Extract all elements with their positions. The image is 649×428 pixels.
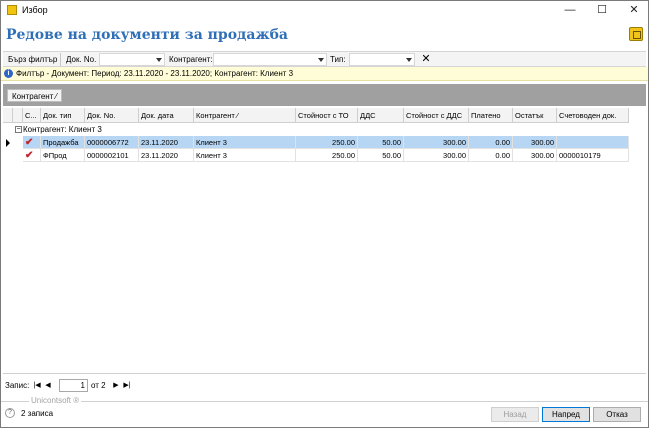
close-button[interactable]: ✕ xyxy=(620,1,648,21)
record-count: 2 записа xyxy=(21,409,54,418)
documents-grid: С... Док. тип Док. No. Док. дата Контраг… xyxy=(3,106,646,374)
record-number-input[interactable]: 1 xyxy=(59,379,88,392)
column-header-rest[interactable]: Остатък xyxy=(513,108,557,123)
column-header-paid[interactable]: Платено xyxy=(469,108,513,123)
table-row[interactable]: ✔ Продажба 0000006772 23.11.2020 Клиент … xyxy=(3,136,646,149)
column-header-acc-doc[interactable]: Счетоводен док. xyxy=(557,108,629,123)
cell-vat: 50.00 xyxy=(358,136,404,149)
cell-vat: 50.00 xyxy=(358,149,404,162)
cell-acc-doc xyxy=(557,136,629,149)
contragent-label: Контрагент: xyxy=(169,55,213,64)
quick-filter-button[interactable]: Бърз филтър xyxy=(5,53,62,66)
column-header-value-vat[interactable]: Стойност с ДДС xyxy=(404,108,469,123)
table-row[interactable]: ✔ ФПрод 0000002101 23.11.2020 Клиент 3 2… xyxy=(3,149,646,162)
footer-divider xyxy=(1,401,648,402)
maximize-button[interactable]: ☐ xyxy=(588,1,616,21)
header-expander xyxy=(13,108,23,123)
pager-label: Запис: xyxy=(5,381,30,390)
next-record-icon[interactable]: ▶ xyxy=(111,380,121,391)
row-indicator xyxy=(3,149,13,162)
header-indicator xyxy=(3,108,13,123)
first-record-icon[interactable]: |◀ xyxy=(32,380,42,391)
cell-doc-type: Продажба xyxy=(41,136,85,149)
chevron-down-icon xyxy=(156,58,162,62)
column-header-vat[interactable]: ДДС xyxy=(358,108,404,123)
next-button[interactable]: Напред xyxy=(542,407,590,422)
column-header-status[interactable]: С... xyxy=(23,108,41,123)
app-icon xyxy=(7,5,17,15)
record-navigator: Запис: |◀ ◀ 1 от 2 ▶ ▶| xyxy=(1,379,648,393)
help-icon[interactable]: ? xyxy=(5,408,15,418)
clear-filter-icon[interactable]: ✕ xyxy=(419,52,433,66)
cell-acc-doc: 0000010179 xyxy=(557,149,629,162)
minimize-button[interactable]: — xyxy=(556,1,584,21)
doc-no-label: Док. No. xyxy=(66,55,97,64)
column-header-doc-type[interactable]: Док. тип xyxy=(41,108,85,123)
prev-record-icon[interactable]: ◀ xyxy=(43,380,53,391)
doc-no-combo[interactable] xyxy=(99,53,165,66)
record-total: от 2 xyxy=(91,381,106,390)
grid-header: С... Док. тип Док. No. Док. дата Контраг… xyxy=(3,108,646,123)
cell-value: 250.00 xyxy=(296,136,358,149)
cell-doc-type: ФПрод xyxy=(41,149,85,162)
cell-rest: 300.00 xyxy=(513,149,557,162)
selection-window: Избор — ☐ ✕ Редове на документи за прода… xyxy=(0,0,649,428)
cell-doc-date: 23.11.2020 xyxy=(139,136,194,149)
cancel-button[interactable]: Отказ xyxy=(593,407,641,422)
row-pointer-icon xyxy=(6,139,10,147)
column-header-value[interactable]: Стойност с ТО xyxy=(296,108,358,123)
cell-value: 250.00 xyxy=(296,149,358,162)
cell-doc-no: 0000002101 xyxy=(85,149,139,162)
title-bar: Избор — ☐ ✕ xyxy=(1,1,648,21)
type-label: Тип: xyxy=(330,55,346,64)
cell-paid: 0.00 xyxy=(469,149,513,162)
column-header-doc-no[interactable]: Док. No. xyxy=(85,108,139,123)
cell-contragent: Клиент 3 xyxy=(194,149,296,162)
group-row[interactable]: − Контрагент: Клиент 3 xyxy=(3,123,646,136)
group-chip-contragent[interactable]: Контрагент ⁄ xyxy=(7,89,62,102)
column-header-contragent[interactable]: Контрагент ⁄ xyxy=(194,108,296,123)
back-button[interactable]: Назад xyxy=(491,407,539,422)
chevron-down-icon xyxy=(406,58,412,62)
cell-doc-date: 23.11.2020 xyxy=(139,149,194,162)
page-header: Редове на документи за продажба xyxy=(1,21,648,49)
group-row-label: Контрагент: Клиент 3 xyxy=(23,125,102,134)
cell-value-vat: 300.00 xyxy=(404,136,469,149)
panel-toggle-icon[interactable] xyxy=(629,27,643,41)
cell-paid: 0.00 xyxy=(469,136,513,149)
type-combo[interactable] xyxy=(349,53,415,66)
checked-icon[interactable]: ✔ xyxy=(23,149,41,162)
column-header-doc-date[interactable]: Док. дата xyxy=(139,108,194,123)
filter-info-text: Филтър - Документ: Период: 23.11.2020 - … xyxy=(16,69,294,78)
cell-rest: 300.00 xyxy=(513,136,557,149)
filter-info-bar: i Филтър - Документ: Период: 23.11.2020 … xyxy=(1,67,648,81)
cell-value-vat: 300.00 xyxy=(404,149,469,162)
collapse-icon[interactable]: − xyxy=(15,126,22,133)
info-icon: i xyxy=(4,69,13,78)
contragent-combo[interactable] xyxy=(213,53,327,66)
checked-icon[interactable]: ✔ xyxy=(23,136,41,149)
cell-contragent: Клиент 3 xyxy=(194,136,296,149)
brand-label: Unicontsoft ® xyxy=(29,396,82,405)
group-by-panel: Контрагент ⁄ xyxy=(3,84,646,106)
last-record-icon[interactable]: ▶| xyxy=(122,380,132,391)
chevron-down-icon xyxy=(318,58,324,62)
window-title: Избор xyxy=(22,5,48,15)
cell-doc-no: 0000006772 xyxy=(85,136,139,149)
page-title: Редове на документи за продажба xyxy=(6,27,288,43)
current-row-indicator xyxy=(3,136,13,149)
quick-filter-bar: Бърз филтър Док. No. Контрагент: Тип: ✕ xyxy=(3,51,646,67)
